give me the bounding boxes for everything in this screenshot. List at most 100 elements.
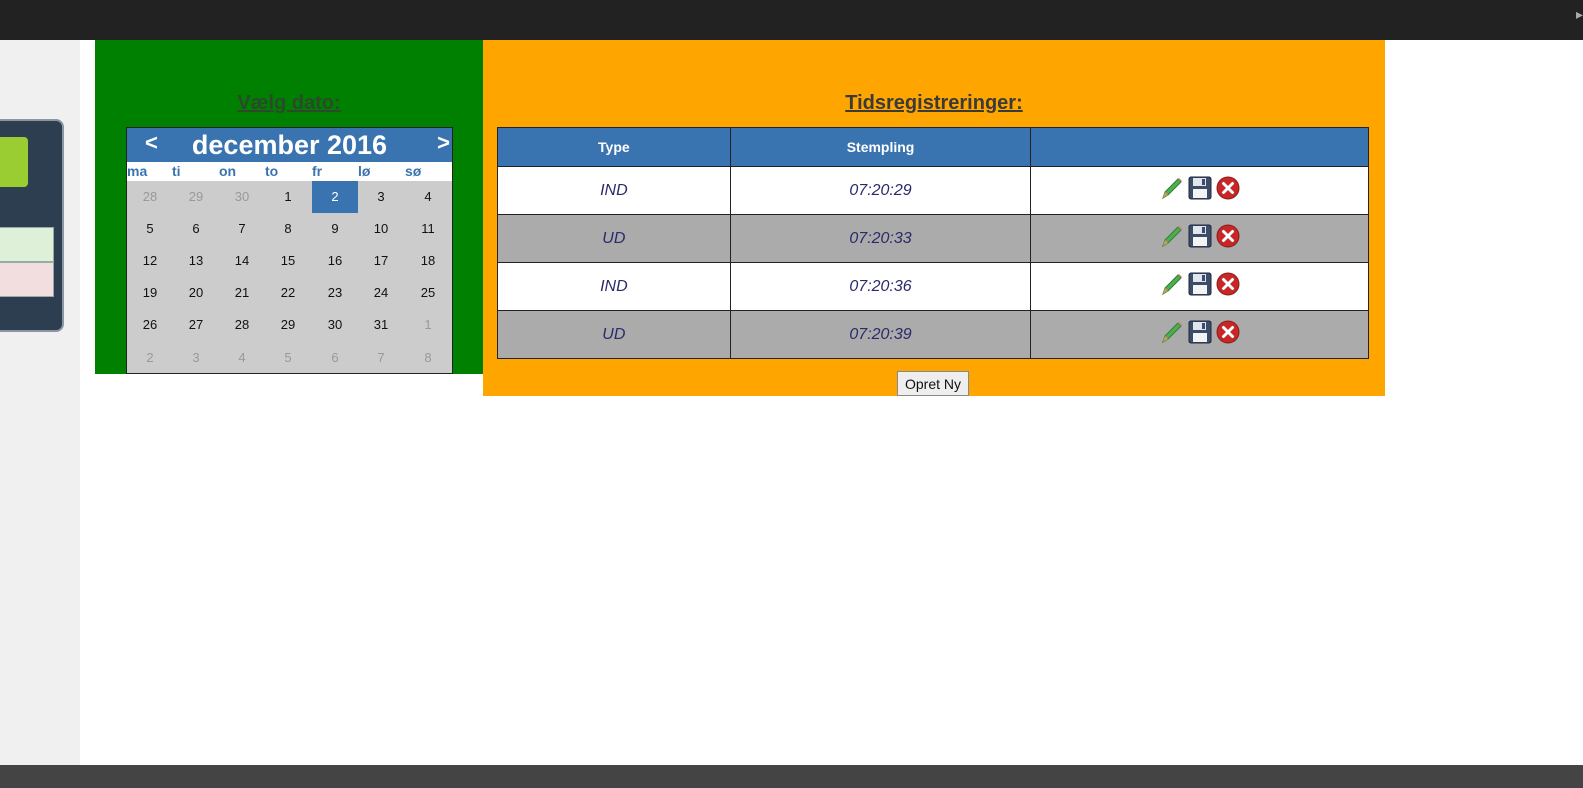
top-bar-edge-icon: ▸	[1575, 6, 1583, 22]
side-panel-green-button[interactable]	[0, 137, 28, 187]
weekday-label: fr	[312, 163, 323, 179]
calendar-day[interactable]: 16	[312, 245, 358, 277]
calendar-day[interactable]: 4	[405, 181, 451, 213]
type-cell: UD	[497, 310, 731, 359]
calendar-day[interactable]: 25	[405, 277, 451, 309]
table-row: UD 07:20:33	[497, 214, 1369, 263]
actions-cell	[1030, 310, 1369, 359]
calendar-day[interactable]: 14	[219, 245, 265, 277]
calendar-day[interactable]: 29	[265, 309, 311, 341]
calendar-day[interactable]: 30	[312, 309, 358, 341]
calendar-day[interactable]: 9	[312, 213, 358, 245]
calendar-day[interactable]: 6	[312, 342, 358, 373]
weekday-label: on	[219, 163, 237, 179]
calendar-day[interactable]: 7	[358, 342, 404, 373]
column-header-actions	[1030, 127, 1369, 167]
side-panel: 9 2	[0, 119, 64, 332]
calendar-day[interactable]: 21	[219, 277, 265, 309]
time-cell: 07:20:39	[729, 310, 1032, 359]
create-new-button[interactable]: Opret Ny	[897, 371, 969, 396]
footer	[0, 765, 1583, 788]
weekday-label: ti	[172, 163, 181, 179]
time-cell: 07:20:29	[729, 166, 1032, 215]
pencil-icon[interactable]	[1159, 271, 1185, 297]
column-header-type: Type	[497, 127, 731, 167]
registrations-panel: Tidsregistreringer: Type Stempling IND 07…	[483, 40, 1385, 396]
calendar-day[interactable]: 22	[265, 277, 311, 309]
floppy-disk-icon[interactable]	[1187, 175, 1213, 201]
calendar-day[interactable]: 31	[358, 309, 404, 341]
top-bar: ▸	[0, 0, 1583, 40]
calendar-day[interactable]: 4	[219, 342, 265, 373]
calendar-day[interactable]: 12	[127, 245, 173, 277]
registrations-panel-title: Tidsregistreringer:	[845, 92, 1023, 114]
calendar-day[interactable]: 28	[219, 309, 265, 341]
calendar-day[interactable]: 11	[405, 213, 451, 245]
floppy-disk-icon[interactable]	[1187, 223, 1213, 249]
pencil-icon[interactable]	[1159, 223, 1185, 249]
calendar-day[interactable]: 8	[265, 213, 311, 245]
calendar-day[interactable]: 5	[265, 342, 311, 373]
delete-circle-icon[interactable]	[1215, 271, 1241, 297]
calendar-day[interactable]: 5	[127, 213, 173, 245]
calendar-day[interactable]: 1	[405, 309, 451, 341]
calendar-day[interactable]: 29	[173, 181, 219, 213]
registrations-table-body: IND 07:20:29 UD 07:20:33 IND 07:20:36 UD 07:20:…	[497, 166, 1369, 359]
calendar-day[interactable]: 18	[405, 245, 451, 277]
calendar-panel-title: Vælg dato:	[237, 92, 341, 114]
table-header-row: Type Stempling	[497, 127, 1369, 167]
floppy-disk-icon[interactable]	[1187, 271, 1213, 297]
calendar-header: december 2016 < >	[127, 128, 452, 162]
calendar-day[interactable]: 19	[127, 277, 173, 309]
calendar-day[interactable]: 3	[358, 181, 404, 213]
delete-circle-icon[interactable]	[1215, 175, 1241, 201]
type-cell: IND	[497, 166, 731, 215]
delete-circle-icon[interactable]	[1215, 223, 1241, 249]
calendar-day[interactable]: 2	[127, 342, 173, 373]
floppy-disk-icon[interactable]	[1187, 319, 1213, 345]
calendar-day[interactable]: 2	[312, 181, 358, 213]
calendar-day[interactable]: 10	[358, 213, 404, 245]
weekday-label: to	[265, 163, 279, 179]
calendar-day[interactable]: 8	[405, 342, 451, 373]
table-row: UD 07:20:39	[497, 310, 1369, 359]
weekday-label: sø	[405, 163, 422, 179]
column-header-stempling: Stempling	[729, 127, 1032, 167]
calendar-day[interactable]: 20	[173, 277, 219, 309]
actions-cell	[1030, 262, 1369, 311]
calendar-day[interactable]: 30	[219, 181, 265, 213]
calendar-day[interactable]: 24	[358, 277, 404, 309]
time-cell: 07:20:33	[729, 214, 1032, 263]
actions-cell	[1030, 166, 1369, 215]
type-cell: UD	[497, 214, 731, 263]
calendar-day[interactable]: 23	[312, 277, 358, 309]
table-row: IND 07:20:29	[497, 166, 1369, 215]
calendar-day[interactable]: 13	[173, 245, 219, 277]
pencil-icon[interactable]	[1159, 175, 1185, 201]
calendar-month-label: december 2016	[191, 130, 388, 160]
delete-circle-icon[interactable]	[1215, 319, 1241, 345]
calendar-day[interactable]: 6	[173, 213, 219, 245]
calendar-panel: Vælg dato: december 2016 < > ma ti on to…	[95, 40, 483, 374]
side-panel-row-1: 9	[0, 227, 54, 262]
calendar-day[interactable]: 27	[173, 309, 219, 341]
date-picker: december 2016 < > ma ti on to fr lø sø 2…	[126, 127, 453, 374]
actions-cell	[1030, 214, 1369, 263]
calendar-next-button[interactable]: >	[437, 130, 450, 156]
calendar-prev-button[interactable]: <	[145, 130, 158, 156]
pencil-icon[interactable]	[1159, 319, 1185, 345]
calendar-day[interactable]: 26	[127, 309, 173, 341]
calendar-day[interactable]: 3	[173, 342, 219, 373]
calendar-day[interactable]: 15	[265, 245, 311, 277]
time-cell: 07:20:36	[729, 262, 1032, 311]
calendar-day[interactable]: 28	[127, 181, 173, 213]
type-cell: IND	[497, 262, 731, 311]
table-row: IND 07:20:36	[497, 262, 1369, 311]
weekday-label: lø	[358, 163, 371, 179]
calendar-day[interactable]: 1	[265, 181, 311, 213]
calendar-day[interactable]: 7	[219, 213, 265, 245]
weekday-label: ma	[127, 163, 148, 179]
side-panel-row-2: 2	[0, 262, 54, 297]
calendar-weekday-row: ma ti on to fr lø sø	[127, 162, 452, 181]
calendar-day[interactable]: 17	[358, 245, 404, 277]
